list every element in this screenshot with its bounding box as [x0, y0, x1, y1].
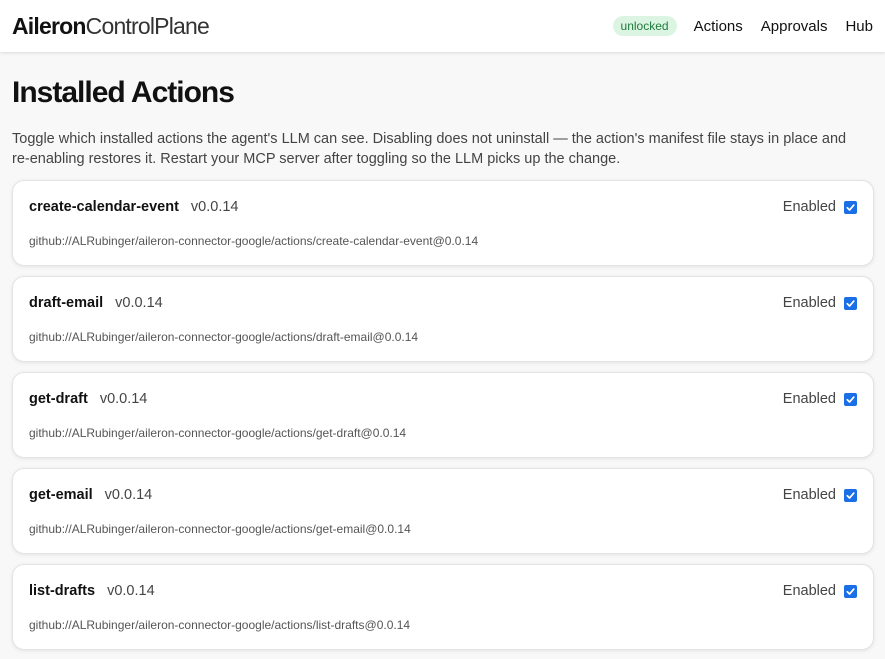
enabled-checkbox[interactable]: [844, 488, 857, 502]
action-name-row: get-email v0.0.14: [29, 487, 152, 503]
enabled-checkbox[interactable]: [844, 296, 857, 310]
enabled-toggle[interactable]: Enabled: [783, 295, 857, 311]
checkmark-icon: [846, 203, 855, 211]
checkmark-icon: [846, 299, 855, 307]
actions-list: create-calendar-event v0.0.14 Enabled git…: [12, 180, 874, 659]
action-name: get-email: [29, 487, 93, 503]
action-card: create-calendar-event v0.0.14 Enabled git…: [12, 180, 874, 266]
checkmark-icon: [846, 491, 855, 499]
action-source-url: github://ALRubinger/aileron-connector-go…: [29, 234, 479, 248]
brand-name-light: ControlPlane: [85, 12, 210, 39]
action-version: v0.0.14: [190, 199, 239, 215]
action-card: draft-email v0.0.14 Enabled github://ALRu…: [12, 276, 874, 362]
action-name: list-drafts: [29, 583, 96, 599]
enabled-label: Enabled: [782, 391, 836, 407]
checkmark-icon: [846, 587, 855, 595]
page-description: Toggle which installed actions the agent…: [12, 131, 847, 167]
action-source-url: github://ALRubinger/aileron-connector-go…: [29, 522, 411, 536]
enabled-toggle[interactable]: Enabled: [783, 199, 857, 215]
action-name-row: get-draft v0.0.14: [29, 391, 147, 407]
action-version: v0.0.14: [115, 295, 163, 311]
action-name: draft-email: [29, 295, 104, 311]
enabled-toggle[interactable]: Enabled: [783, 391, 857, 407]
nav-link-actions[interactable]: Actions: [694, 18, 743, 35]
enabled-checkbox[interactable]: [844, 200, 857, 214]
page-title: Installed Actions: [12, 76, 235, 109]
status-badge: unlocked: [612, 16, 677, 36]
enabled-checkbox[interactable]: [844, 392, 857, 406]
action-name-row: create-calendar-event v0.0.14: [29, 199, 239, 215]
enabled-toggle[interactable]: Enabled: [783, 583, 857, 599]
action-source-url: github://ALRubinger/aileron-connector-go…: [29, 426, 407, 440]
top-bar: Aileron ControlPlane unlocked Actions Ap…: [0, 0, 885, 52]
brand-logo[interactable]: Aileron ControlPlane: [12, 12, 210, 40]
action-source-url: github://ALRubinger/aileron-connector-go…: [29, 618, 411, 632]
action-version: v0.0.14: [107, 583, 155, 599]
main-nav: unlocked Actions Approvals Hub: [612, 16, 873, 36]
nav-link-approvals[interactable]: Approvals: [761, 18, 828, 35]
action-card: get-draft v0.0.14 Enabled github://ALRubi…: [12, 372, 874, 458]
action-name: create-calendar-event: [29, 199, 179, 215]
action-name-row: list-drafts v0.0.14: [29, 583, 155, 599]
enabled-toggle[interactable]: Enabled: [783, 487, 857, 503]
action-card: get-email v0.0.14 Enabled github://ALRubi…: [12, 468, 874, 554]
action-version: v0.0.14: [104, 487, 153, 503]
action-card: list-drafts v0.0.14 Enabled github://ALRu…: [12, 564, 874, 650]
enabled-label: Enabled: [782, 199, 836, 215]
enabled-checkbox[interactable]: [844, 584, 857, 598]
action-version: v0.0.14: [99, 391, 148, 407]
enabled-label: Enabled: [782, 487, 836, 503]
action-name: get-draft: [29, 391, 88, 407]
enabled-label: Enabled: [782, 295, 836, 311]
brand-name-bold: Aileron: [12, 12, 86, 39]
nav-link-hub[interactable]: Hub: [845, 18, 873, 35]
action-source-url: github://ALRubinger/aileron-connector-go…: [29, 330, 419, 344]
checkmark-icon: [846, 395, 855, 403]
action-name-row: draft-email v0.0.14: [29, 295, 163, 311]
enabled-label: Enabled: [782, 583, 836, 599]
